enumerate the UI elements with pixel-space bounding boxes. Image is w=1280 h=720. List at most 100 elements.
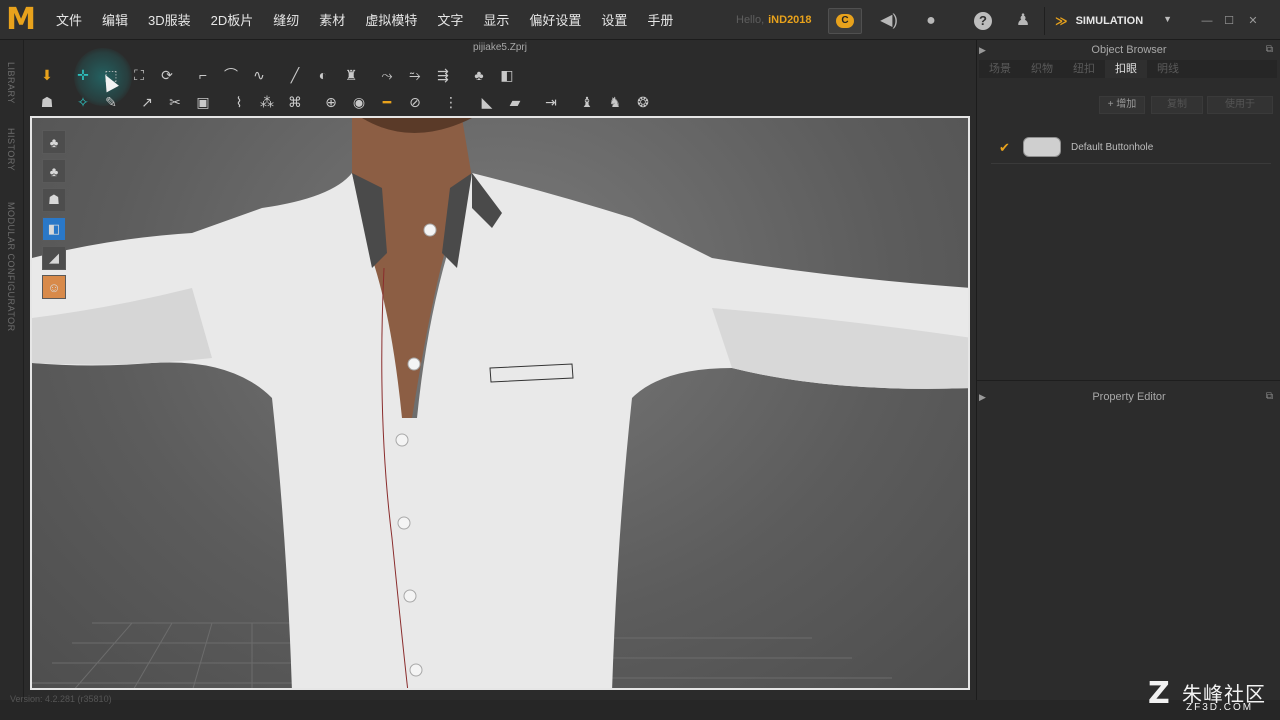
tab-scene[interactable]: 场景 xyxy=(979,60,1021,78)
popout-icon[interactable]: ⧉ xyxy=(1266,387,1273,407)
maximize-button[interactable]: ☐ xyxy=(1222,14,1236,28)
version-label: Version: 4.2.281 (r35810) xyxy=(10,694,112,704)
shirt-view-icon[interactable]: ♣ xyxy=(42,130,66,154)
fabric-icon[interactable]: ❂ xyxy=(632,91,654,113)
avatar-pose-icon[interactable]: ☗ xyxy=(36,91,58,113)
apply-button[interactable]: 使用于 xyxy=(1207,96,1273,114)
tack-icon[interactable]: ✧ xyxy=(72,91,94,113)
panel-arrow-icon[interactable]: ▶ xyxy=(979,387,986,407)
user-icon[interactable]: ● xyxy=(922,12,940,30)
menu-2d-pattern[interactable]: 2D板片 xyxy=(211,10,254,29)
watermark-logo-icon: Z xyxy=(1148,676,1170,711)
fabric-view-icon[interactable]: ◧ xyxy=(42,217,66,241)
menu-manual[interactable]: 手册 xyxy=(647,10,673,29)
surface-view-icon[interactable]: ◢ xyxy=(42,246,66,270)
chevron-down-icon: ▼ xyxy=(1163,14,1172,24)
pin-icon[interactable]: ✎ xyxy=(100,91,122,113)
flat-icon[interactable]: ▰ xyxy=(504,91,526,113)
avatar-add-icon[interactable]: ♟ xyxy=(1014,12,1032,30)
add-point-icon[interactable]: ✛ xyxy=(72,64,94,86)
list-item-label: Default Buttonhole xyxy=(1071,142,1154,153)
object-browser-title: Object Browser xyxy=(1091,44,1167,56)
cloud-button[interactable]: C xyxy=(828,8,862,34)
mode-selector[interactable]: ≫ SIMULATION ▼ xyxy=(1044,7,1180,35)
menu-file[interactable]: 文件 xyxy=(56,10,82,29)
menu-sewing[interactable]: 缝纫 xyxy=(273,10,299,29)
file-title: pijiake5.Zprj xyxy=(473,42,527,53)
shirt-pin-icon[interactable]: ♝ xyxy=(576,91,598,113)
tab-topstitch[interactable]: 明线 xyxy=(1147,60,1189,78)
menu-text[interactable]: 文字 xyxy=(437,10,463,29)
buttonhole-icon[interactable]: ⊕ xyxy=(320,91,342,113)
button-icon[interactable]: ◉ xyxy=(348,91,370,113)
sew-line-icon[interactable]: ⤳ xyxy=(376,64,398,86)
view-icons: ♣ ♣ ☗ ◧ ◢ ☺ xyxy=(42,130,68,304)
topstitch-icon[interactable]: ━ xyxy=(376,91,398,113)
history-tab[interactable]: HISTORY xyxy=(6,128,16,171)
panel-arrow-icon[interactable]: ▶ xyxy=(979,40,986,60)
username[interactable]: iND2018 xyxy=(768,14,811,26)
modular-configurator-tab[interactable]: MODULAR CONFIGURATOR xyxy=(6,202,16,332)
transform-icon[interactable]: ⛶ xyxy=(128,64,150,86)
tab-fabric[interactable]: 织物 xyxy=(1021,60,1063,78)
list-item[interactable]: ✔ Default Buttonhole xyxy=(991,134,1271,164)
move-down-icon[interactable]: ⬇ xyxy=(36,64,58,86)
menu-avatar[interactable]: 虚拟模特 xyxy=(365,10,417,29)
popout-icon[interactable]: ⧉ xyxy=(1266,40,1273,60)
menu-bar: M 文件 编辑 3D服装 2D板片 缝纫 素材 虚拟模特 文字 显示 偏好设置 … xyxy=(0,0,1280,40)
strengthen-icon[interactable]: ▣ xyxy=(192,91,214,113)
fold-arrange-icon[interactable]: ↗ xyxy=(136,91,158,113)
fold-angle-icon[interactable]: ✂ xyxy=(164,91,186,113)
skin-view-icon[interactable]: ☺ xyxy=(42,275,66,299)
avatar-view-icon[interactable]: ☗ xyxy=(42,188,66,212)
3d-scene xyxy=(32,118,968,688)
object-browser-tabs: 场景 织物 纽扣 扣眼 明线 xyxy=(979,60,1277,78)
sew-free-icon[interactable]: ⥲ xyxy=(404,64,426,86)
speaker-icon[interactable]: ◀) xyxy=(880,12,898,30)
buttonhole-thumbnail xyxy=(1023,137,1061,157)
segment-icon[interactable]: ⌐ xyxy=(192,64,214,86)
lock-icon[interactable]: ⊘ xyxy=(404,91,426,113)
tab-buttonhole[interactable]: 扣眼 xyxy=(1105,60,1147,78)
3d-viewport[interactable]: ♣ ♣ ☗ ◧ ◢ ☺ xyxy=(30,116,970,690)
add-button[interactable]: + 增加 xyxy=(1099,96,1145,114)
menu-edit[interactable]: 编辑 xyxy=(102,10,128,29)
library-tab[interactable]: LIBRARY xyxy=(6,62,16,104)
internal-line-icon[interactable]: ╱ xyxy=(284,64,306,86)
watermark-url: ZF3D.COM xyxy=(1186,702,1254,713)
close-button[interactable]: ✕ xyxy=(1246,14,1260,28)
app-logo: M xyxy=(0,0,40,40)
shirt-back-icon[interactable]: ◧ xyxy=(496,64,518,86)
menu-3d-garment[interactable]: 3D服装 xyxy=(148,10,191,29)
shirt-front-icon[interactable]: ♣ xyxy=(468,64,490,86)
zipper-icon[interactable]: ⋮ xyxy=(440,91,462,113)
3d-window: pijiake5.Zprj ⬇ ✛ ⬚ ⛶ ⟳ ⌐ ⌒ ∿ ╱ ◐ ♜ ⤳ ⥲ … xyxy=(30,40,970,700)
menu-settings[interactable]: 设置 xyxy=(601,10,627,29)
trim-icon[interactable]: ⌇ xyxy=(228,91,250,113)
copy-button[interactable]: 复制 xyxy=(1151,96,1203,114)
fold-icon[interactable]: ◐ xyxy=(312,64,334,86)
pleat-icon[interactable]: ◣ xyxy=(476,91,498,113)
greeting: Hello, iND2018 xyxy=(736,14,812,26)
shirt-texture-icon[interactable]: ♣ xyxy=(42,159,66,183)
menu-materials[interactable]: 素材 xyxy=(319,10,345,29)
button-set-icon[interactable]: ⁂ xyxy=(256,91,278,113)
watermark: Z 朱峰社区 ZF3D.COM xyxy=(1148,676,1272,716)
garment-icon[interactable]: ♜ xyxy=(340,64,362,86)
rotate-box-icon[interactable]: ⟳ xyxy=(156,64,178,86)
minimize-button[interactable]: — xyxy=(1200,14,1214,28)
menu-preferences[interactable]: 偏好设置 xyxy=(529,10,581,29)
cloud-icon: C xyxy=(836,14,854,28)
status-bar xyxy=(0,700,1280,720)
menu-display[interactable]: 显示 xyxy=(483,10,509,29)
object-browser-actions: + 增加 复制 使用于 xyxy=(977,96,1280,116)
sew-multi-icon[interactable]: ⇶ xyxy=(432,64,454,86)
segment-curve-icon[interactable]: ⌒ xyxy=(220,64,242,86)
greeting-label: Hello, xyxy=(736,14,765,26)
measure-icon[interactable]: ⇥ xyxy=(540,91,562,113)
button-pair-icon[interactable]: ⌘ xyxy=(284,91,306,113)
shirt-fit-icon[interactable]: ♞ xyxy=(604,91,626,113)
segment-multi-icon[interactable]: ∿ xyxy=(248,64,270,86)
tab-button[interactable]: 纽扣 xyxy=(1063,60,1105,78)
help-icon[interactable]: ? xyxy=(974,12,992,30)
